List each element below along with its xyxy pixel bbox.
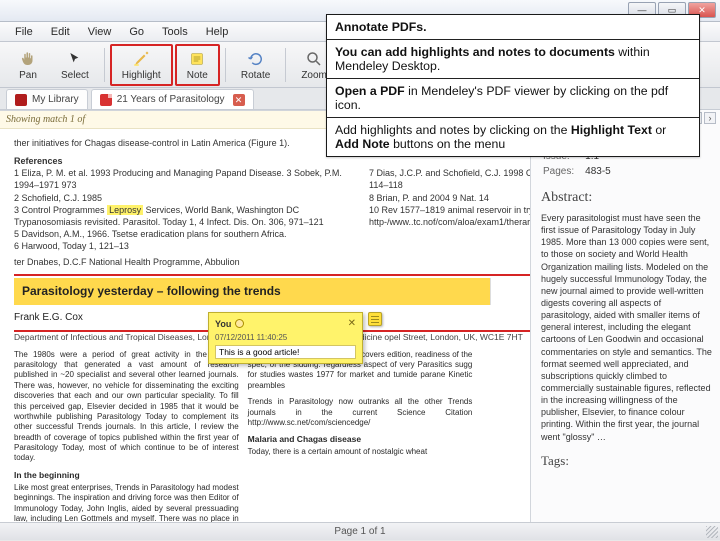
tab-library-label: My Library (32, 94, 79, 105)
magnifier-icon (304, 49, 324, 69)
details-panel: ‹ › Year:2005 Volume:21 Issue:1.1 Pages:… (530, 110, 720, 522)
callout-row: You can add highlights and notes to docu… (327, 39, 699, 78)
body-text: The 1980s were a period of great activit… (14, 350, 239, 464)
zoom-label: Zoom (301, 70, 327, 81)
color-dot-icon[interactable] (235, 319, 244, 328)
section-heading: Parasitology yesterday – following the t… (14, 278, 491, 304)
callout-row: Annotate PDFs. (327, 15, 699, 39)
field-label: Pages: (543, 165, 583, 178)
ref-line: 3 Control Programmes Leprosy Services, W… (14, 204, 351, 216)
note-close-button[interactable]: ✕ (348, 317, 356, 331)
highlight-label: Highlight (122, 70, 161, 81)
highlighter-icon (131, 49, 151, 69)
highlighted-text[interactable]: Leprosy (107, 205, 143, 215)
page-indicator: Page 1 of 1 (334, 526, 385, 537)
note-anchor-icon[interactable] (368, 312, 382, 326)
ref-line: Trypanosomiasis revisited. Parasitol. To… (14, 216, 351, 228)
next-record-button[interactable]: › (704, 112, 716, 124)
tags-heading: Tags: (541, 453, 712, 469)
note-text-input[interactable] (215, 345, 356, 359)
note-author: You (215, 318, 231, 330)
body-text: Today, there is a certain amount of nost… (248, 447, 473, 457)
menu-go[interactable]: Go (120, 24, 153, 40)
ref-line: 1 Eliza, P. M. et al. 1993 Producing and… (14, 167, 351, 191)
pan-label: Pan (19, 70, 37, 81)
abstract-heading: Abstract: (541, 190, 712, 206)
field-value[interactable]: 483-5 (585, 165, 615, 178)
note-button[interactable]: Note (175, 44, 220, 86)
sticky-note-popup[interactable]: You ✕ 07/12/2011 11:40:25 (208, 312, 363, 364)
rotate-icon (246, 49, 266, 69)
pan-button[interactable]: Pan (7, 46, 49, 84)
select-button[interactable]: Select (51, 46, 99, 84)
menu-edit[interactable]: Edit (42, 24, 79, 40)
sticky-note-icon (187, 49, 207, 69)
status-bar: Page 1 of 1 (0, 522, 720, 540)
rotate-button[interactable]: Rotate (231, 46, 280, 84)
rotate-label: Rotate (241, 70, 270, 81)
note-timestamp: 07/12/2011 11:40:25 (215, 333, 356, 344)
menu-file[interactable]: File (6, 24, 42, 40)
hand-icon (18, 49, 38, 69)
instruction-callout: Annotate PDFs. You can add highlights an… (326, 14, 700, 157)
body-text: Like most great enterprises, Trends in P… (14, 483, 239, 522)
callout-row: Add highlights and notes by clicking on … (327, 117, 699, 156)
menu-tools[interactable]: Tools (153, 24, 197, 40)
tab-document[interactable]: 21 Years of Parasitology ✕ (91, 89, 254, 109)
pdf-icon (100, 94, 112, 106)
cursor-icon (65, 49, 85, 69)
callout-row: Open a PDF in Mendeley's PDF viewer by c… (327, 78, 699, 117)
subheading: In the beginning (14, 470, 239, 481)
select-label: Select (61, 70, 89, 81)
abstract-text[interactable]: Every parasitologist must have seen the … (541, 212, 712, 443)
body-text: Trends in Parasitology now outranks all … (248, 397, 473, 428)
ref-line: 6 Harwood, Today 1, 121–13 (14, 240, 351, 252)
tab-document-label: 21 Years of Parasitology (117, 94, 225, 105)
note-label: Note (187, 70, 208, 81)
tab-my-library[interactable]: My Library (6, 89, 88, 109)
ref-line: 5 Davidson, A.M., 1966. Tsetse eradicati… (14, 228, 351, 240)
menu-help[interactable]: Help (197, 24, 238, 40)
ref-line: 2 Schofield, C.J. 1985 (14, 192, 351, 204)
subheading: Malaria and Chagas disease (248, 434, 473, 445)
resize-grip[interactable] (706, 526, 718, 538)
mendeley-logo-icon (15, 94, 27, 106)
tab-close-button[interactable]: ✕ (233, 94, 245, 106)
menu-view[interactable]: View (79, 24, 121, 40)
highlight-button[interactable]: Highlight (110, 44, 173, 86)
